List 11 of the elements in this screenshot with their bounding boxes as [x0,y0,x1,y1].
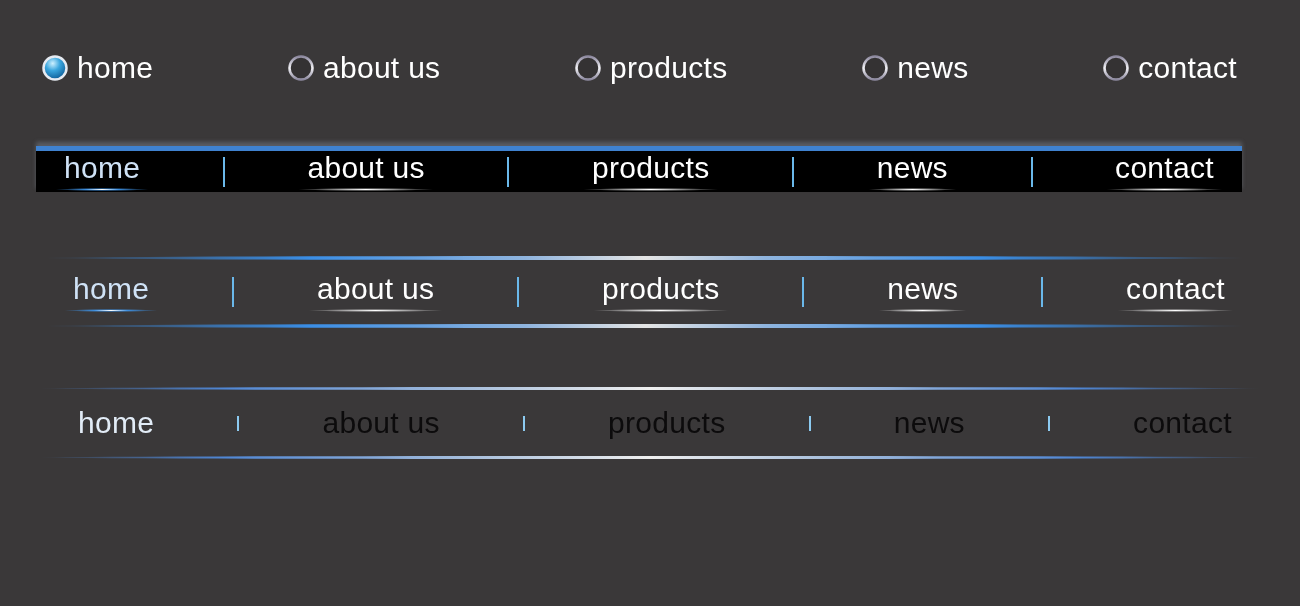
radio-option[interactable]: about us [287,51,441,85]
radio-option[interactable]: contact [1103,51,1237,85]
radio-icon[interactable] [862,55,889,81]
radio-option[interactable]: home [42,51,154,85]
radio-icon[interactable] [42,55,68,81]
radio-option[interactable]: products [575,51,728,85]
radio-icon[interactable] [287,55,314,81]
radio-option[interactable]: news [862,51,969,85]
radio-icon[interactable] [575,55,602,81]
menu-link[interactable]: home [70,407,163,439]
radio-icon[interactable] [1103,55,1130,81]
